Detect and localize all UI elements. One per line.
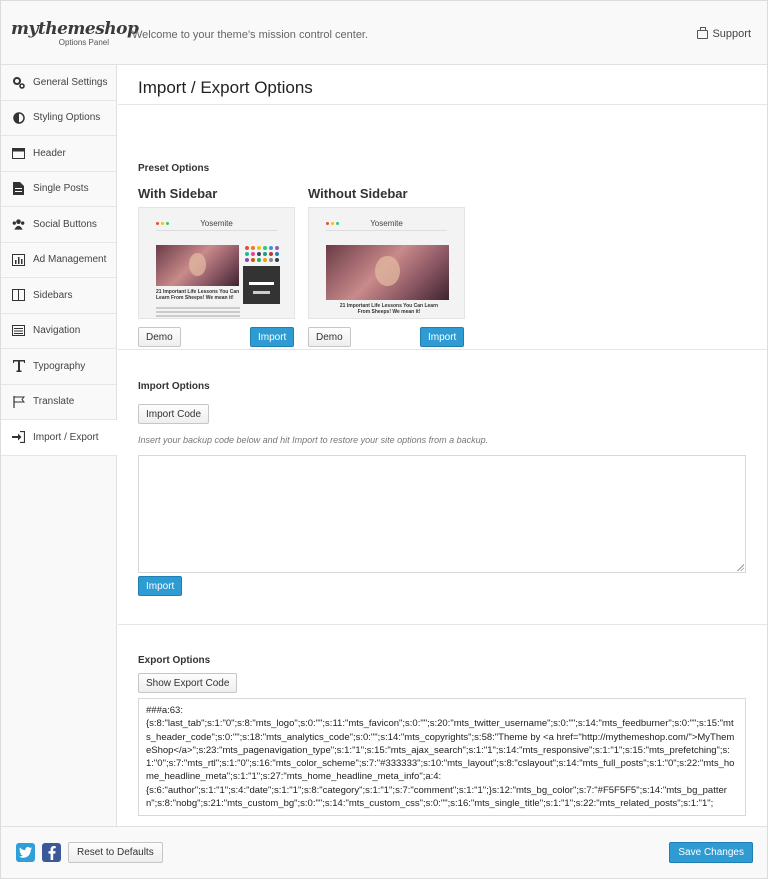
sidebar-item-label: Import / Export bbox=[33, 431, 99, 443]
sidebar-item-sidebars[interactable]: Sidebars bbox=[1, 278, 116, 314]
sidebar-item-styling-options[interactable]: Styling Options bbox=[1, 101, 116, 136]
thumb-site-title: Yosemite bbox=[370, 219, 403, 228]
show-export-code-button[interactable]: Show Export Code bbox=[138, 673, 238, 693]
sidebar-item-label: Header bbox=[33, 147, 66, 159]
sidebar-item-import-export[interactable]: Import / Export bbox=[1, 420, 117, 456]
sidebar-item-label: Sidebars bbox=[33, 289, 73, 301]
sidebar-item-social-buttons[interactable]: Social Buttons bbox=[1, 207, 116, 243]
section-title: Preset Options bbox=[138, 163, 210, 174]
sidebar-item-general-settings[interactable]: General Settings bbox=[1, 65, 116, 101]
export-options-section: Export Options Show Export Code ###a:63:… bbox=[118, 625, 767, 825]
preset-thumbnail[interactable]: Yosemite 21 Important Life Lessons You C… bbox=[138, 207, 295, 319]
export-code-textarea[interactable]: ###a:63: {s:8:"last_tab";s:1:"0";s:8:"mt… bbox=[138, 698, 746, 816]
thumb-site-title: Yosemite bbox=[200, 219, 233, 228]
text-icon bbox=[12, 360, 25, 373]
import-button[interactable]: Import bbox=[138, 576, 183, 596]
header-layout-icon bbox=[12, 147, 25, 160]
reset-to-defaults-button[interactable]: Reset to Defaults bbox=[68, 842, 163, 863]
logo-main: mythemeshop bbox=[11, 19, 139, 39]
preset-card-without-sidebar: Without Sidebar Yosemite 21 Important Li… bbox=[308, 186, 465, 319]
half-circle-icon bbox=[12, 111, 25, 124]
thumb-text-lines bbox=[156, 307, 240, 318]
demo-button[interactable]: Demo bbox=[138, 327, 181, 347]
sidebar-item-label: Ad Management bbox=[33, 254, 107, 266]
logo-sub: Options Panel bbox=[58, 38, 109, 47]
briefcase-icon bbox=[697, 26, 709, 39]
sidebar-item-label: Single Posts bbox=[33, 183, 89, 195]
sidebar-item-label: General Settings bbox=[33, 76, 108, 88]
sidebar-item-translate[interactable]: Translate bbox=[1, 385, 116, 420]
import-preset-button[interactable]: Import bbox=[250, 327, 295, 347]
import-options-section: Import Options Import Code Insert your b… bbox=[118, 350, 767, 625]
header-bar: mythemeshop Options Panel Welcome to you… bbox=[1, 1, 767, 65]
save-changes-button[interactable]: Save Changes bbox=[669, 842, 753, 863]
sidebar-item-label: Navigation bbox=[33, 325, 81, 337]
preset-card-with-sidebar: With Sidebar Yosemite 21 Important Life … bbox=[138, 186, 295, 319]
facebook-icon[interactable] bbox=[42, 843, 61, 862]
sidebar-item-label: Translate bbox=[33, 396, 75, 408]
sidebar-item-label: Styling Options bbox=[33, 112, 101, 124]
thumb-swatches bbox=[245, 246, 281, 262]
thumb-navbar bbox=[156, 230, 277, 233]
document-icon bbox=[12, 182, 25, 196]
main-content: Import / Export Options Preset Options W… bbox=[118, 65, 767, 826]
preset-thumbnail[interactable]: Yosemite 21 Important Life Lessons You C… bbox=[308, 207, 465, 319]
options-panel: mythemeshop Options Panel Welcome to you… bbox=[0, 0, 768, 879]
twitter-icon[interactable] bbox=[16, 843, 35, 862]
import-code-button[interactable]: Import Code bbox=[138, 404, 210, 424]
preset-options-section: Preset Options With Sidebar Yosemite 21 … bbox=[118, 105, 767, 350]
page-title: Import / Export Options bbox=[118, 65, 767, 105]
welcome-text: Welcome to your theme's mission control … bbox=[132, 29, 369, 41]
sidebar-item-single-posts[interactable]: Single Posts bbox=[1, 172, 116, 207]
import-code-textarea[interactable] bbox=[138, 455, 746, 573]
resize-grip[interactable] bbox=[737, 564, 744, 571]
thumb-widget bbox=[243, 266, 280, 304]
sidebar-item-typography[interactable]: Typography bbox=[1, 349, 116, 385]
thumb-caption: 21 Important Life Lessons You Can Learn … bbox=[339, 303, 439, 315]
thumb-navbar bbox=[326, 230, 447, 233]
thumb-hero-image bbox=[156, 245, 239, 286]
support-link[interactable]: Support bbox=[697, 26, 751, 40]
section-title: Import Options bbox=[138, 381, 210, 392]
list-icon bbox=[12, 324, 25, 337]
preset-card-title: Without Sidebar bbox=[308, 186, 408, 201]
sidebar: General Settings Styling Options Header … bbox=[1, 65, 117, 826]
preset-card-title: With Sidebar bbox=[138, 186, 218, 201]
flag-icon bbox=[12, 395, 25, 408]
sidebar-item-label: Typography bbox=[33, 360, 86, 372]
section-title: Export Options bbox=[138, 655, 211, 666]
footer-bar: Reset to Defaults Save Changes bbox=[1, 826, 767, 878]
logo: mythemeshop Options Panel bbox=[11, 19, 139, 47]
bar-chart-icon bbox=[12, 253, 25, 266]
sidebar-item-header[interactable]: Header bbox=[1, 136, 116, 172]
thumb-hero-image bbox=[326, 245, 449, 300]
sidebar-item-navigation[interactable]: Navigation bbox=[1, 314, 116, 349]
sidebar-item-ad-management[interactable]: Ad Management bbox=[1, 243, 116, 278]
demo-button[interactable]: Demo bbox=[308, 327, 351, 347]
thumb-caption: 21 Important Life Lessons You Can Learn … bbox=[156, 289, 240, 301]
import-hint: Insert your backup code below and hit Im… bbox=[138, 435, 489, 445]
support-label: Support bbox=[712, 28, 751, 40]
import-preset-button[interactable]: Import bbox=[420, 327, 465, 347]
sign-in-icon bbox=[12, 431, 25, 444]
users-icon bbox=[12, 218, 25, 231]
sidebar-item-label: Social Buttons bbox=[33, 218, 97, 230]
gears-icon bbox=[12, 76, 25, 89]
columns-icon bbox=[12, 289, 25, 302]
